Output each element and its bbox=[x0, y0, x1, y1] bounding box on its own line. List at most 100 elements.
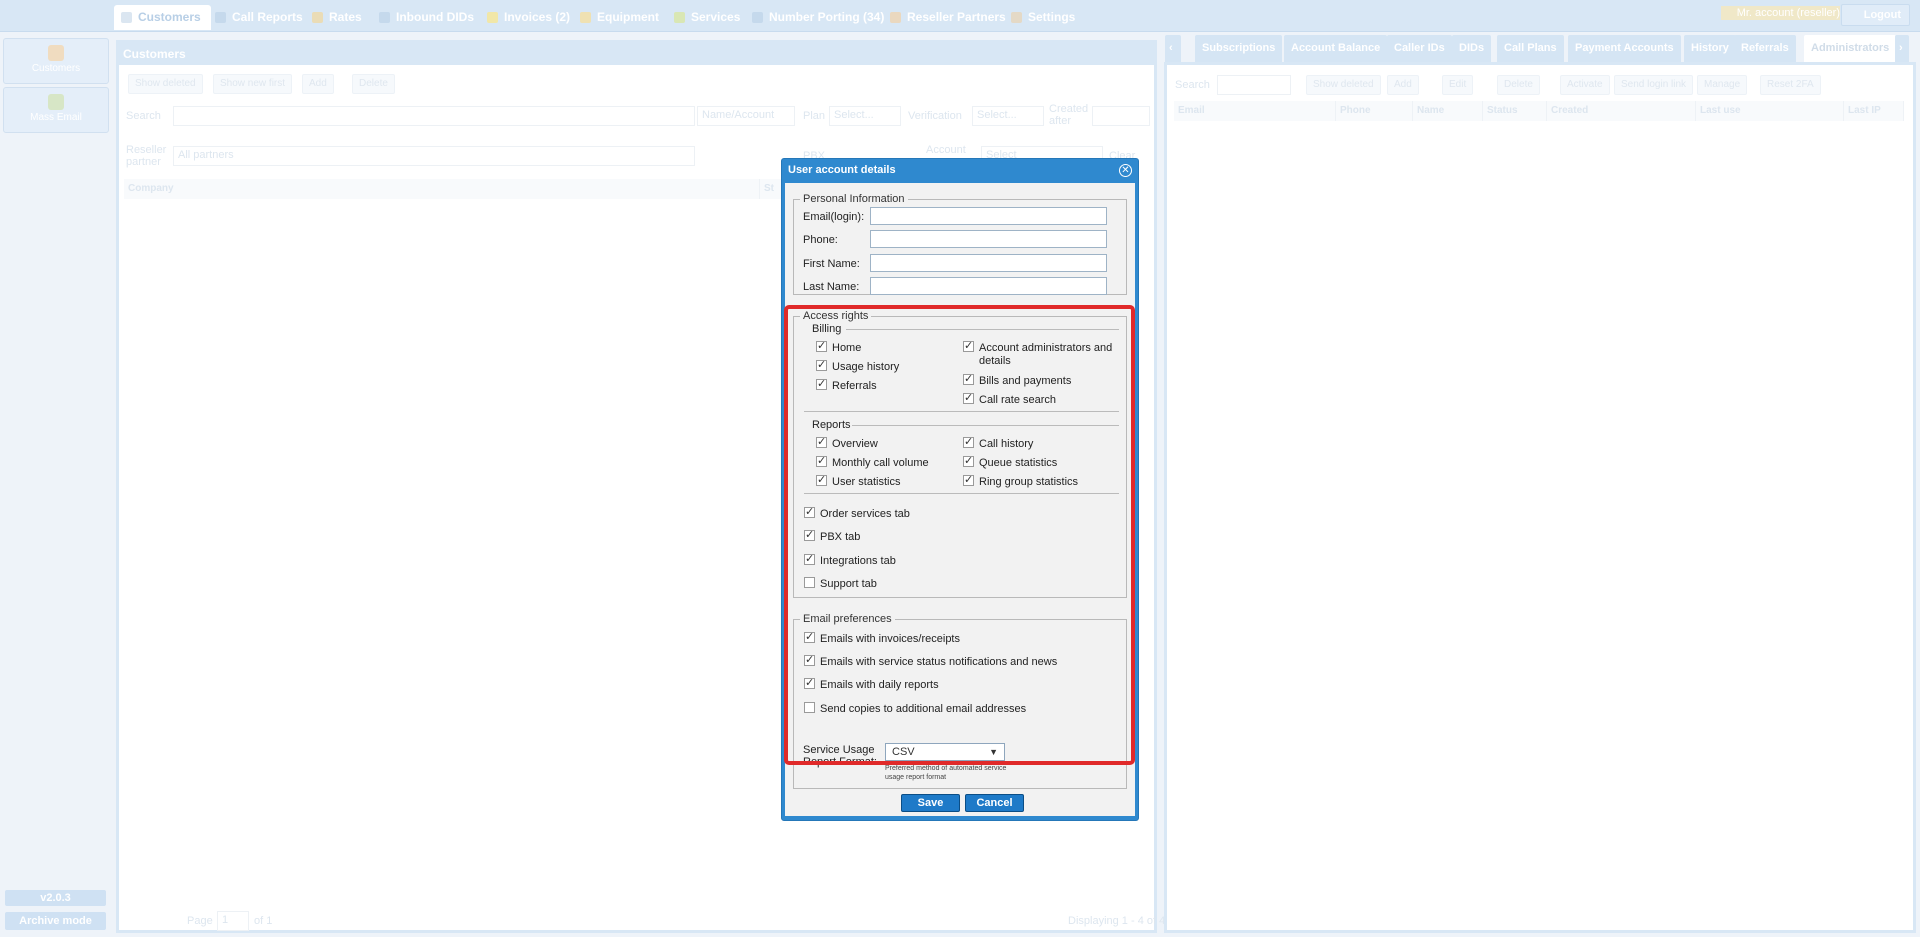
usage-history-checkbox[interactable]: ✓ bbox=[816, 360, 827, 371]
details-panel: Search Show deleted Add Edit Delete Acti… bbox=[1164, 62, 1916, 933]
reset-2fa-button[interactable]: Reset 2FA bbox=[1760, 75, 1821, 95]
name-account-select[interactable]: Name/Account bbox=[697, 106, 795, 126]
bills-payments-checkbox[interactable]: ✓ bbox=[963, 374, 974, 385]
name-column-header[interactable]: Name bbox=[1413, 101, 1483, 121]
manage-button[interactable]: Manage bbox=[1697, 75, 1748, 95]
add-customer-button[interactable]: Add bbox=[302, 74, 334, 94]
reseller-partner-label: Reseller partner bbox=[126, 144, 167, 168]
tab-payment-accounts[interactable]: Payment Accounts bbox=[1568, 35, 1681, 62]
last-use-column-header[interactable]: Last use bbox=[1696, 101, 1844, 121]
tab-call-plans[interactable]: Call Plans bbox=[1497, 35, 1564, 62]
overview-label: Overview bbox=[832, 438, 878, 450]
page-input[interactable]: 1 bbox=[217, 911, 249, 931]
tabs-scroll-left[interactable]: ‹ bbox=[1165, 35, 1181, 62]
queue-statistics-label: Queue statistics bbox=[979, 457, 1058, 469]
user-statistics-checkbox[interactable]: ✓ bbox=[816, 475, 827, 486]
queue-statistics-checkbox[interactable]: ✓ bbox=[963, 456, 974, 467]
last-ip-column-header[interactable]: Last IP bbox=[1844, 101, 1904, 121]
call-rate-search-checkbox[interactable]: ✓ bbox=[963, 393, 974, 404]
admin-edit-button[interactable]: Edit bbox=[1442, 75, 1474, 95]
reports-legend: Reports bbox=[812, 419, 851, 431]
logout-button[interactable]: Logout bbox=[1840, 4, 1910, 26]
user-account-dialog: User account details ✕ Personal Informat… bbox=[781, 158, 1139, 821]
account-admins-label-2: details bbox=[979, 355, 1011, 367]
created-after-input[interactable] bbox=[1092, 106, 1150, 126]
tab-account-balance[interactable]: Account Balance bbox=[1284, 35, 1388, 62]
tab-services[interactable]: Services bbox=[667, 5, 750, 30]
sidebar-customers-button[interactable]: Customers bbox=[3, 38, 109, 84]
reseller-partner-select[interactable]: All partners bbox=[173, 146, 695, 166]
admin-delete-button[interactable]: Delete bbox=[1497, 75, 1540, 95]
customer-search-input[interactable] bbox=[173, 106, 695, 126]
overview-checkbox[interactable]: ✓ bbox=[816, 437, 827, 448]
tabs-scroll-right[interactable]: › bbox=[1895, 35, 1909, 62]
tab-call-reports[interactable]: Call Reports bbox=[208, 5, 313, 30]
ring-group-statistics-checkbox[interactable]: ✓ bbox=[963, 475, 974, 486]
billing-separator bbox=[846, 329, 1119, 330]
company-column-header[interactable]: Company bbox=[124, 179, 760, 199]
sidebar-mass-email-button[interactable]: Mass Email bbox=[3, 87, 109, 133]
home-checkbox[interactable]: ✓ bbox=[816, 341, 827, 352]
billing-legend: Billing bbox=[812, 323, 842, 335]
tab-administrators[interactable]: Administrators bbox=[1804, 35, 1897, 62]
verification-select[interactable]: Select... bbox=[972, 106, 1044, 126]
emails-daily-checkbox[interactable]: ✓ bbox=[804, 678, 815, 689]
tab-referrals[interactable]: Referrals bbox=[1734, 35, 1796, 62]
send-login-link-button[interactable]: Send login link bbox=[1614, 75, 1694, 95]
admin-activate-button[interactable]: Activate bbox=[1560, 75, 1610, 95]
support-tab-checkbox[interactable] bbox=[804, 577, 815, 588]
phone-field[interactable] bbox=[870, 230, 1107, 248]
settings-icon bbox=[1011, 12, 1022, 23]
last-name-field[interactable] bbox=[870, 277, 1107, 295]
pbx-tab-label: PBX tab bbox=[820, 531, 861, 543]
status-column-header[interactable]: Status bbox=[1483, 101, 1547, 121]
user-statistics-label: User statistics bbox=[832, 476, 901, 488]
reports-bottom-separator bbox=[804, 493, 1119, 494]
cancel-button[interactable]: Cancel bbox=[965, 794, 1024, 812]
report-format-select[interactable]: CSV ▼ bbox=[885, 743, 1005, 761]
mass-email-icon bbox=[48, 94, 64, 110]
monthly-call-volume-checkbox[interactable]: ✓ bbox=[816, 456, 827, 467]
first-name-field[interactable] bbox=[870, 254, 1107, 272]
tab-history[interactable]: History bbox=[1684, 35, 1736, 62]
emails-status-checkbox[interactable]: ✓ bbox=[804, 655, 815, 666]
tab-reseller-partners[interactable]: Reseller Partners bbox=[883, 5, 1016, 30]
tab-invoices[interactable]: Invoices (2) bbox=[480, 5, 580, 30]
admin-search-input[interactable] bbox=[1217, 75, 1291, 95]
did-icon bbox=[379, 12, 390, 23]
call-rate-search-label: Call rate search bbox=[979, 394, 1057, 406]
tab-customers[interactable]: Customers bbox=[114, 5, 211, 30]
show-deleted-button[interactable]: Show deleted bbox=[128, 74, 203, 94]
save-button[interactable]: Save bbox=[901, 794, 960, 812]
current-user[interactable]: Mr. account (reseller) bbox=[1720, 6, 1840, 20]
referrals-label: Referrals bbox=[832, 380, 877, 392]
tab-number-porting[interactable]: Number Porting (34) bbox=[745, 5, 894, 30]
archive-mode-toggle[interactable]: Archive mode bbox=[5, 912, 106, 930]
tab-inbound-dids[interactable]: Inbound DIDs bbox=[372, 5, 484, 30]
email-column-header[interactable]: Email bbox=[1174, 101, 1336, 121]
invoice-icon bbox=[487, 12, 498, 23]
admin-add-button[interactable]: Add bbox=[1387, 75, 1419, 95]
pbx-tab-checkbox[interactable]: ✓ bbox=[804, 530, 815, 541]
close-icon[interactable]: ✕ bbox=[1119, 164, 1132, 177]
admin-show-deleted-button[interactable]: Show deleted bbox=[1306, 75, 1381, 95]
plan-select[interactable]: Select... bbox=[829, 106, 901, 126]
referrals-checkbox[interactable]: ✓ bbox=[816, 379, 827, 390]
phone-column-header[interactable]: Phone bbox=[1336, 101, 1413, 121]
email-field[interactable] bbox=[870, 207, 1107, 225]
tab-rates[interactable]: Rates bbox=[305, 5, 372, 30]
created-column-header[interactable]: Created bbox=[1547, 101, 1696, 121]
call-history-checkbox[interactable]: ✓ bbox=[963, 437, 974, 448]
integrations-tab-checkbox[interactable]: ✓ bbox=[804, 554, 815, 565]
tab-dids[interactable]: DIDs bbox=[1452, 35, 1492, 62]
order-services-tab-checkbox[interactable]: ✓ bbox=[804, 507, 815, 518]
emails-invoices-checkbox[interactable]: ✓ bbox=[804, 632, 815, 643]
show-new-first-button[interactable]: Show new first bbox=[213, 74, 293, 94]
account-admins-checkbox[interactable]: ✓ bbox=[963, 341, 974, 352]
delete-customer-button[interactable]: Delete bbox=[352, 74, 395, 94]
tab-equipment[interactable]: Equipment bbox=[573, 5, 669, 30]
tab-subscriptions[interactable]: Subscriptions bbox=[1195, 35, 1283, 62]
tab-settings[interactable]: Settings bbox=[1004, 5, 1085, 30]
tab-caller-ids[interactable]: Caller IDs bbox=[1387, 35, 1452, 62]
send-copies-checkbox[interactable] bbox=[804, 702, 815, 713]
